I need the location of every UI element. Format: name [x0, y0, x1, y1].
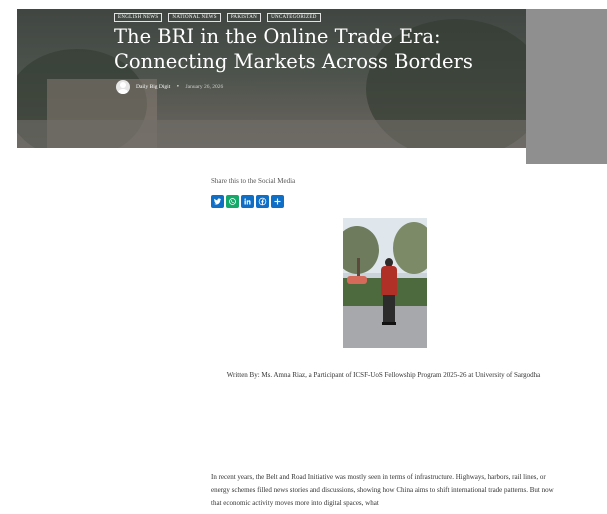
- author-name[interactable]: Daily Big Digit: [136, 84, 170, 90]
- category-tags: ENGLISH NEWS NATIONAL NEWS PAKISTAN UNCA…: [114, 13, 321, 22]
- facebook-share-button[interactable]: [256, 195, 269, 208]
- byline-separator: •: [176, 84, 180, 90]
- whatsapp-share-button[interactable]: [226, 195, 239, 208]
- twitter-icon: [213, 198, 222, 205]
- category-tag-uncategorized[interactable]: UNCATEGORIZED: [267, 13, 321, 22]
- byline: Daily Big Digit • January 26, 2026: [116, 80, 223, 94]
- author-credit: Written By: Ms. Amna Riaz, a Participant…: [226, 371, 541, 379]
- more-share-button[interactable]: [271, 195, 284, 208]
- category-tag-english-news[interactable]: ENGLISH NEWS: [114, 13, 163, 22]
- photo-flowers: [347, 276, 367, 284]
- photo-person: [378, 258, 400, 330]
- publish-date: January 26, 2026: [185, 84, 224, 90]
- category-tag-national-news[interactable]: NATIONAL NEWS: [168, 13, 221, 22]
- share-label: Share this to the Social Media: [211, 177, 296, 185]
- linkedin-icon: [244, 198, 251, 205]
- photo-person-body: [381, 266, 397, 296]
- article-body: In recent years, the Belt and Road Initi…: [211, 473, 554, 507]
- category-tag-pakistan[interactable]: PAKISTAN: [226, 13, 262, 22]
- photo-person-feet: [382, 322, 396, 325]
- author-avatar[interactable]: [116, 80, 130, 94]
- social-share-buttons: [211, 195, 284, 208]
- right-gray-strip: [526, 9, 607, 164]
- whatsapp-icon: [229, 198, 236, 205]
- twitter-share-button[interactable]: [211, 195, 224, 208]
- linkedin-share-button[interactable]: [241, 195, 254, 208]
- photo-person-legs: [383, 295, 395, 323]
- facebook-icon: [258, 197, 267, 206]
- author-photo: [343, 218, 427, 348]
- article-title: The BRI in the Online Trade Era: Connect…: [114, 25, 473, 73]
- share-plus-icon: [274, 198, 281, 205]
